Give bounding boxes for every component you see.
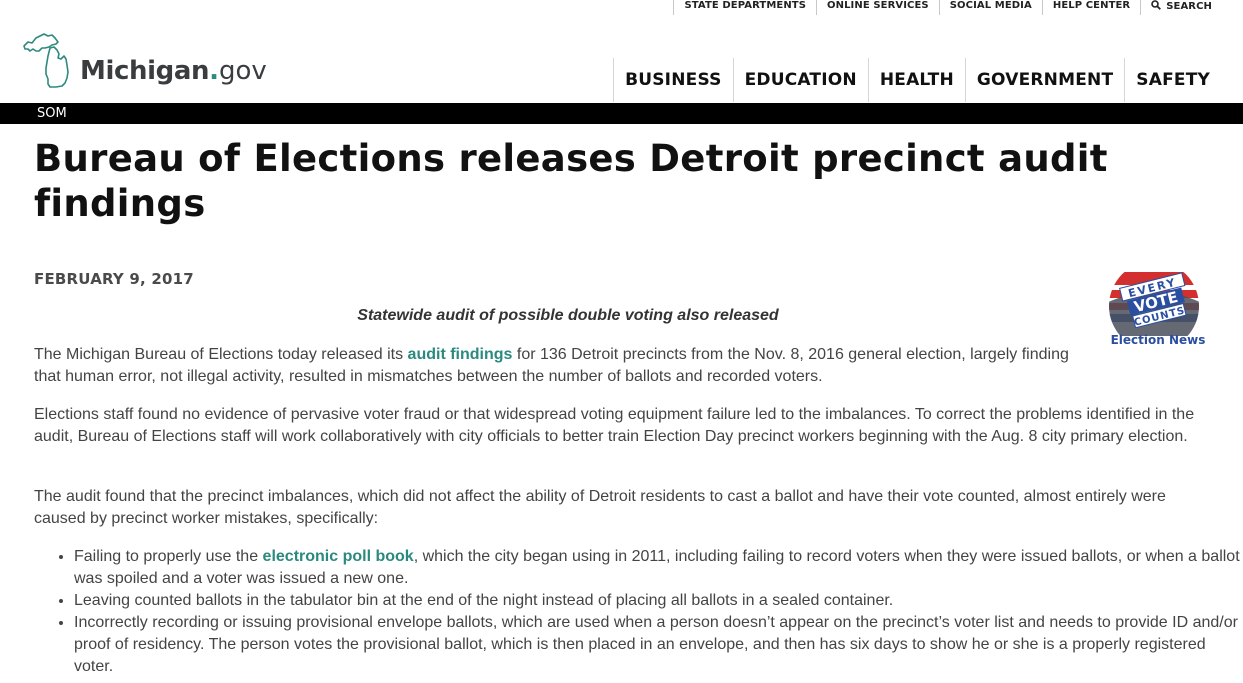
nav-education[interactable]: EDUCATION [732, 58, 868, 102]
utility-link-social-media[interactable]: SOCIAL MEDIA [938, 0, 1042, 15]
election-news-label: Election News [1110, 333, 1206, 347]
list-item-text: Failing to properly use the [74, 548, 263, 565]
nav-health[interactable]: HEALTH [867, 58, 965, 102]
article-subhead: Statewide audit of possible double votin… [357, 307, 779, 324]
logo-wordmark: Michigan.gov [80, 56, 267, 86]
michigan-gov-logo[interactable]: Michigan.gov [22, 32, 282, 90]
electronic-poll-book-link[interactable]: electronic poll book [263, 548, 414, 565]
article-paragraph-3: The audit found that the precinct imbala… [34, 488, 1166, 527]
list-item: Incorrectly recording or issuing provisi… [74, 612, 1243, 678]
list-item: Leaving counted ballots in the tabulator… [74, 590, 1243, 612]
findings-list: Failing to properly use the electronic p… [34, 546, 1243, 678]
breadcrumb-som[interactable]: SOM [37, 105, 67, 122]
utility-link-state-departments[interactable]: STATE DEPARTMENTS [673, 0, 816, 15]
article-paragraph-1: The Michigan Bureau of Elections today r… [34, 344, 1079, 388]
utility-nav: STATE DEPARTMENTS ONLINE SERVICES SOCIAL… [673, 0, 1212, 16]
article-paragraph-2: Elections staff found no evidence of per… [34, 406, 1195, 445]
nav-safety[interactable]: SAFETY [1124, 58, 1221, 102]
breadcrumb-bar: SOM [0, 103, 1243, 124]
michigan-map-icon [23, 33, 69, 88]
utility-link-online-services[interactable]: ONLINE SERVICES [816, 0, 939, 15]
nav-business[interactable]: BUSINESS [613, 58, 733, 102]
nav-government[interactable]: GOVERNMENT [964, 58, 1124, 102]
main-nav: BUSINESS EDUCATION HEALTH GOVERNMENT SAF… [613, 58, 1221, 102]
search-button[interactable]: SEARCH [1140, 0, 1212, 15]
paragraph-text: The Michigan Bureau of Elections today r… [34, 346, 408, 363]
page-title: Bureau of Elections releases Detroit pre… [34, 137, 1108, 225]
audit-findings-link[interactable]: audit findings [408, 346, 513, 363]
utility-link-help-center[interactable]: HELP CENTER [1041, 0, 1140, 15]
list-item: Failing to properly use the electronic p… [74, 546, 1243, 590]
every-vote-counts-logo: EVERY VOTE COUNTS [1109, 272, 1199, 336]
search-icon [1151, 0, 1162, 14]
article-date: FEBRUARY 9, 2017 [34, 270, 194, 288]
search-label: SEARCH [1166, 1, 1212, 12]
election-news-badge[interactable]: EVERY VOTE COUNTS Election News [1104, 272, 1208, 350]
